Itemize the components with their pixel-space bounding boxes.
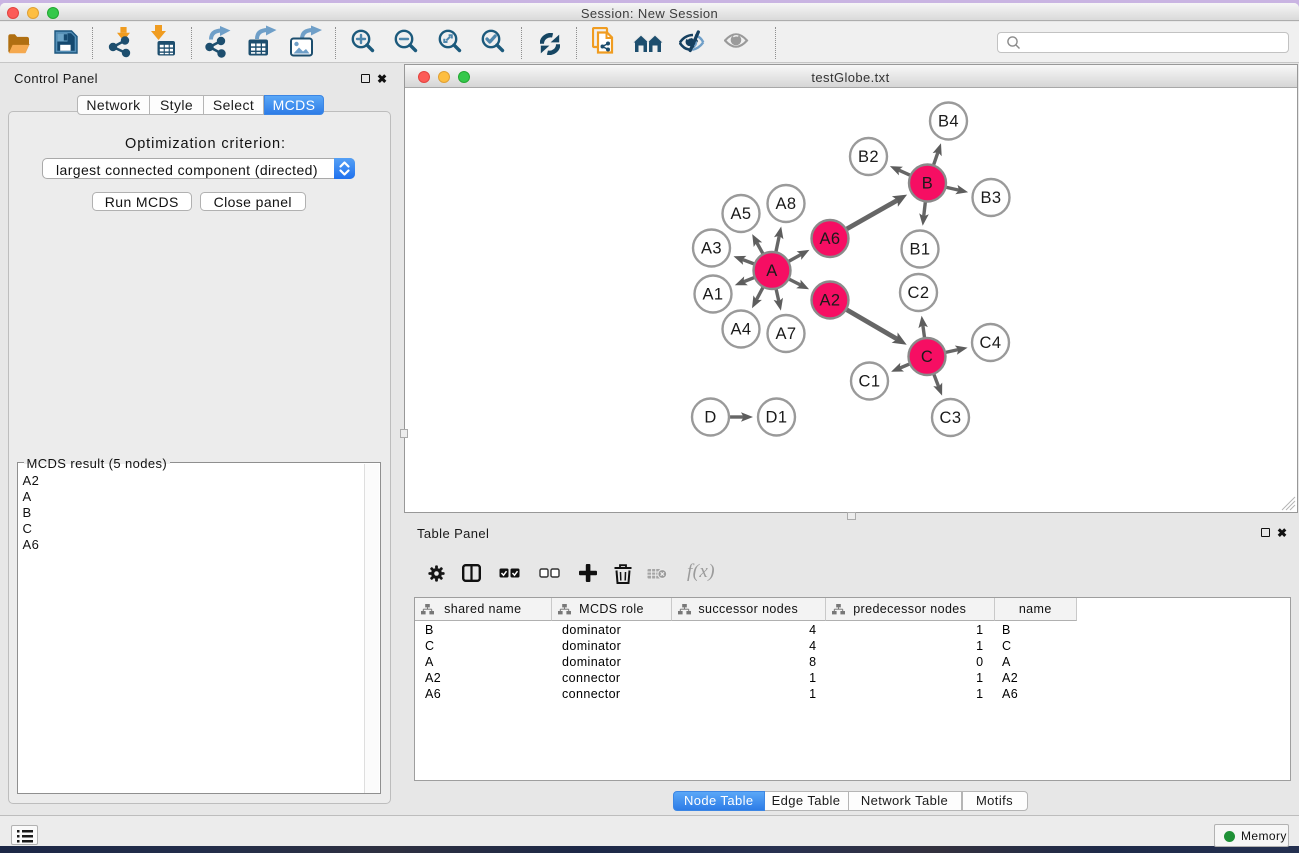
svg-text:A7: A7 xyxy=(775,325,796,343)
svg-text:C4: C4 xyxy=(979,334,1001,352)
svg-text:A6: A6 xyxy=(819,230,840,248)
svg-text:A8: A8 xyxy=(775,195,796,213)
svg-text:B3: B3 xyxy=(980,189,1001,207)
svg-text:A5: A5 xyxy=(730,205,751,223)
svg-text:C3: C3 xyxy=(939,409,961,427)
svg-text:A4: A4 xyxy=(730,320,751,338)
svg-text:A2: A2 xyxy=(819,291,840,309)
svg-text:B: B xyxy=(921,174,932,192)
svg-text:C: C xyxy=(920,348,932,366)
svg-text:A: A xyxy=(766,262,777,280)
svg-text:B2: B2 xyxy=(858,148,879,166)
svg-text:C2: C2 xyxy=(907,284,929,302)
svg-text:C1: C1 xyxy=(858,372,880,390)
svg-text:B1: B1 xyxy=(909,240,930,258)
svg-text:A1: A1 xyxy=(702,285,723,303)
svg-text:D1: D1 xyxy=(765,408,787,426)
svg-text:D: D xyxy=(704,408,716,426)
svg-text:A3: A3 xyxy=(701,239,722,257)
svg-text:B4: B4 xyxy=(938,112,959,130)
